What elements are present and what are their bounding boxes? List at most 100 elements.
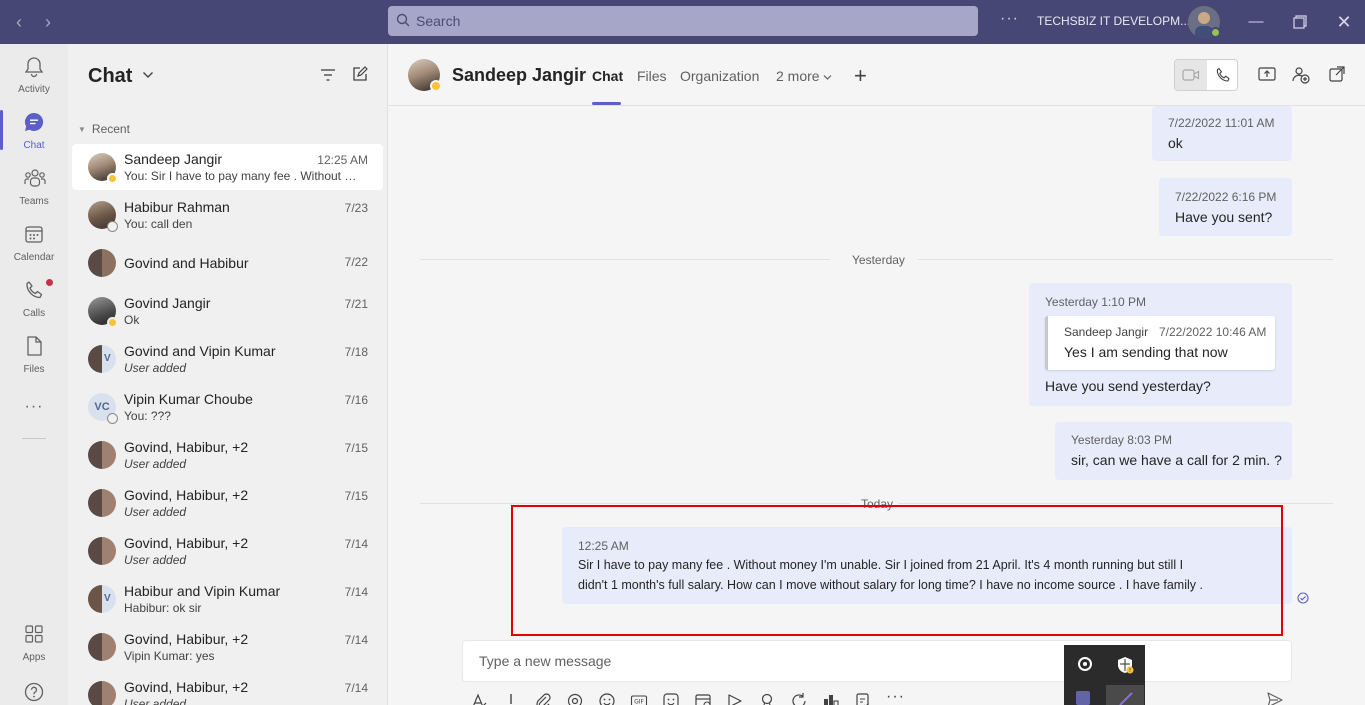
message-input[interactable] [479,641,1079,681]
chat-time: 7/22 [344,255,368,269]
tab-more[interactable]: 2 more [776,68,832,84]
send-icon[interactable] [1266,691,1284,705]
minimize-icon[interactable]: — [1245,11,1267,33]
chat-icon [24,112,44,131]
back-arrow-icon[interactable]: ‹ [9,12,29,32]
video-call-button[interactable] [1175,60,1207,90]
pop-out-icon[interactable] [1329,66,1345,82]
approvals-icon[interactable] [854,692,872,705]
filter-icon[interactable] [320,68,336,82]
message-timestamp: 7/22/2022 11:01 AM [1168,116,1275,130]
rail-activity[interactable]: Activity [0,48,68,100]
chat-time: 7/14 [344,585,368,599]
audio-call-button[interactable] [1207,60,1238,90]
more-options-icon[interactable]: ··· [886,688,904,705]
calendar-icon [25,226,43,243]
forms-icon[interactable] [822,692,840,705]
gif-icon[interactable]: GIF [630,692,648,705]
refresh-icon[interactable] [790,692,808,705]
tab-organization[interactable]: Organization [680,68,759,84]
share-screen-icon[interactable] [1258,66,1276,82]
chat-name: Govind, Habibur, +2 [124,535,249,551]
tab-files[interactable]: Files [637,68,667,84]
emoji-icon[interactable] [598,692,616,705]
chat-time: 7/14 [344,633,368,647]
chat-name: Habibur and Vipin Kumar [124,583,281,599]
close-icon[interactable]: ✕ [1333,11,1355,33]
chat-preview: You: Sir I have to pay many fee . Withou… [124,169,364,183]
security-shield-icon[interactable]: ! [1116,656,1134,674]
group-avatar [88,489,116,517]
rail-help[interactable] [0,674,68,705]
rail-calls[interactable]: Calls [0,272,68,324]
chat-list-item[interactable]: Govind, Habibur, +2 7/14 Vipin Kumar: ye… [72,624,383,670]
rail-more[interactable]: ··· [0,384,68,436]
recent-section-header[interactable]: ▼ Recent [78,122,130,136]
rail-chat[interactable]: Chat [0,104,68,156]
read-receipt-icon [1297,592,1309,604]
schedule-meeting-icon[interactable] [694,692,712,705]
quoted-message[interactable]: Sandeep Jangir 7/22/2022 10:46 AM Yes I … [1045,316,1275,370]
presence-offline-icon [107,221,118,232]
maximize-icon[interactable] [1289,11,1311,33]
compose-box[interactable] [462,640,1292,682]
chat-list-item[interactable]: Govind and Habibur 7/22 [72,240,383,286]
message-text: ok [1168,135,1183,151]
chat-list-item[interactable]: Govind Jangir 7/21 Ok [72,288,383,334]
chat-list-item[interactable]: Govind, Habibur, +2 7/14 User added [72,672,383,705]
chat-name: Govind and Vipin Kumar [124,343,276,359]
format-icon[interactable] [470,692,488,705]
chat-time: 7/14 [344,681,368,695]
pen-tray-icon[interactable] [1106,685,1144,705]
more-options-icon[interactable]: ··· [1000,10,1019,28]
stream-icon[interactable] [726,692,744,705]
chat-list-item[interactable]: Habibur Rahman 7/23 You: call den [72,192,383,238]
loop-icon[interactable] [566,692,584,705]
record-icon[interactable] [1078,657,1092,671]
group-avatar [88,681,116,705]
rail-teams[interactable]: Teams [0,160,68,212]
contact-name[interactable]: Sandeep Jangir [452,65,586,86]
search-input[interactable] [416,6,966,36]
chat-list-item[interactable]: Govind, Habibur, +2 7/14 User added [72,528,383,574]
chat-list-item[interactable]: Govind, Habibur, +2 7/15 User added [72,432,383,478]
chat-time: 7/16 [344,393,368,407]
chat-time: 7/14 [344,537,368,551]
help-icon [24,682,44,702]
add-people-icon[interactable] [1292,66,1310,84]
add-tab-button[interactable]: + [854,63,867,89]
message-bubble[interactable]: Yesterday 8:03 PM sir, can we have a cal… [1055,422,1292,480]
file-icon [27,336,42,356]
conversation-pane: Sandeep Jangir Chat Files Organization 2… [388,44,1365,705]
chat-name: Vipin Kumar Choube [124,391,253,407]
chat-preview: Vipin Kumar: yes [124,649,215,663]
group-avatar: V [88,585,116,613]
message-bubble[interactable]: 7/22/2022 6:16 PM Have you sent? [1159,178,1292,236]
praise-icon[interactable] [758,692,776,705]
message-bubble[interactable]: Yesterday 1:10 PM Sandeep Jangir 7/22/20… [1029,283,1292,406]
sticker-icon[interactable] [662,692,680,705]
presence-offline-icon [107,413,118,424]
chat-list-item[interactable]: Sandeep Jangir 12:25 AM You: Sir I have … [72,144,383,190]
chevron-down-icon[interactable] [142,70,154,80]
chat-list-item[interactable]: Govind, Habibur, +2 7/15 User added [72,480,383,526]
chat-list-item[interactable]: V Habibur and Vipin Kumar 7/14 Habibur: … [72,576,383,622]
chat-preview: User added [124,457,187,471]
chat-list-item[interactable]: VC Vipin Kumar Choube 7/16 You: ??? [72,384,383,430]
rail-apps[interactable]: Apps [0,616,68,668]
org-name[interactable]: TECHSBIZ IT DEVELOPM... [1037,14,1190,28]
search-box[interactable] [388,6,978,36]
chat-time: 7/15 [344,441,368,455]
chat-name: Govind, Habibur, +2 [124,631,249,647]
quote-time: 7/22/2022 10:46 AM [1159,325,1267,339]
tab-chat[interactable]: Chat [592,68,623,84]
attach-icon[interactable] [534,692,552,705]
new-chat-icon[interactable] [352,66,368,82]
priority-icon[interactable] [502,692,520,705]
rail-files[interactable]: Files [0,328,68,380]
chat-list-item[interactable]: V Govind and Vipin Kumar 7/18 User added [72,336,383,382]
rail-calendar[interactable]: Calendar [0,216,68,268]
teams-tray-icon[interactable] [1076,691,1090,705]
forward-arrow-icon[interactable]: › [38,12,58,32]
message-bubble[interactable]: 7/22/2022 11:01 AM ok [1152,106,1292,161]
